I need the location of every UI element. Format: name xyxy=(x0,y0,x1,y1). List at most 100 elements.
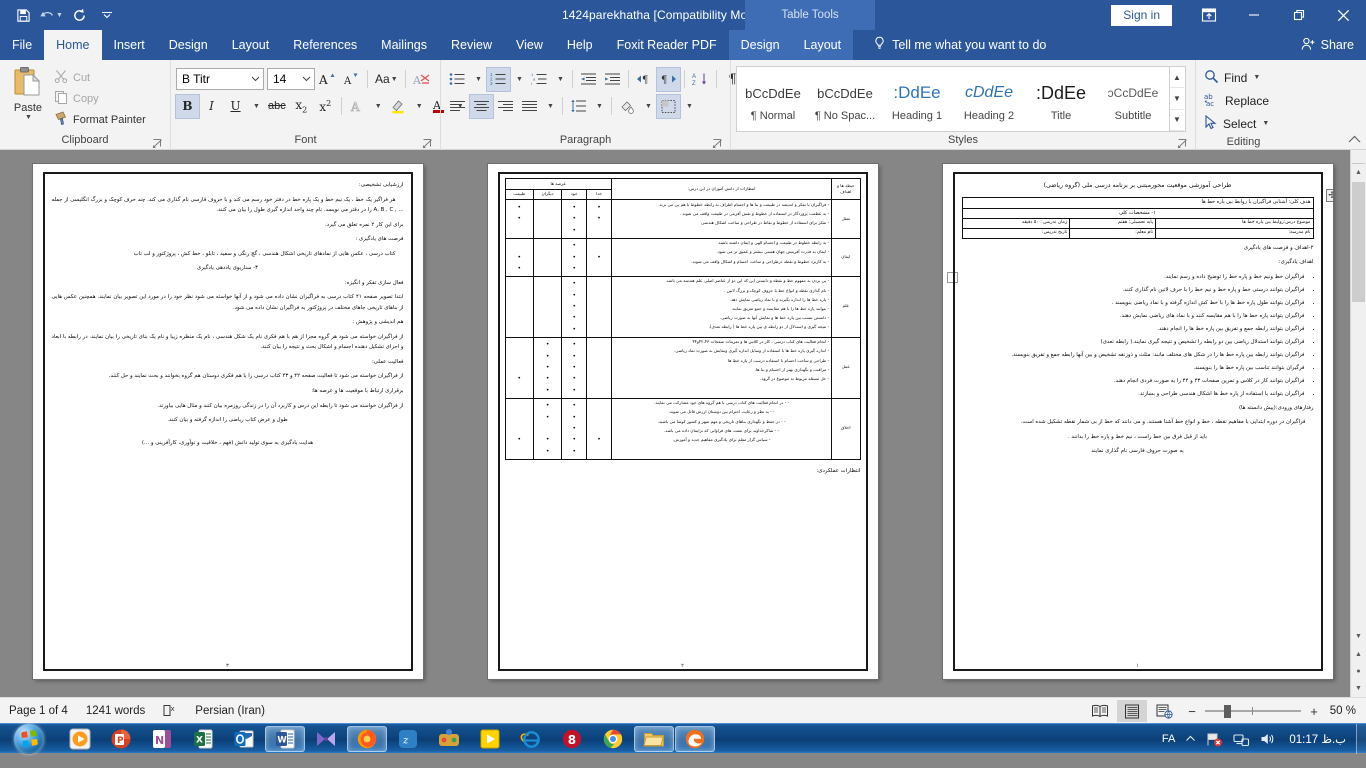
share-button[interactable]: Share xyxy=(1301,30,1354,60)
minimize-button[interactable] xyxy=(1231,0,1276,30)
tab-review[interactable]: Review xyxy=(439,30,504,60)
split-window-handle[interactable] xyxy=(1352,150,1365,164)
borders-dropdown-icon[interactable]: ▼ xyxy=(681,95,697,118)
scrollbar-thumb[interactable] xyxy=(1352,182,1365,302)
system-clock[interactable]: 01:17 ب.ظ xyxy=(1281,724,1354,754)
undo-icon[interactable]: ▼ xyxy=(38,3,64,27)
ltr-text-direction-button[interactable]: ¶ xyxy=(633,68,656,91)
clipboard-dialog-launcher[interactable] xyxy=(152,138,163,149)
save-icon[interactable] xyxy=(10,3,36,27)
multilevel-dropdown-icon[interactable]: ▼ xyxy=(552,68,568,91)
change-case-button[interactable]: Aa ▼ xyxy=(372,68,401,91)
close-button[interactable] xyxy=(1321,0,1366,30)
tab-references[interactable]: References xyxy=(281,30,369,60)
word-count[interactable]: 1241 words xyxy=(77,698,154,724)
text-effects-button[interactable]: A xyxy=(346,95,369,118)
align-right-button[interactable] xyxy=(494,95,517,118)
font-dialog-launcher[interactable] xyxy=(422,138,433,149)
tab-insert[interactable]: Insert xyxy=(102,30,157,60)
rtl-text-direction-button[interactable]: ¶ xyxy=(656,66,681,92)
justify-button[interactable] xyxy=(518,95,541,118)
customize-quick-access-icon[interactable] xyxy=(94,3,120,27)
show-hidden-icons-icon[interactable] xyxy=(1180,724,1201,754)
clear-formatting-button[interactable]: A xyxy=(410,68,434,91)
taskbar-edge-legacy[interactable] xyxy=(675,725,715,752)
taskbar-outlook[interactable] xyxy=(224,726,264,752)
increase-font-size-button[interactable]: A xyxy=(316,68,339,91)
style-heading-2[interactable]: cDdEe Heading 2 xyxy=(953,67,1025,131)
tab-table-design[interactable]: Design xyxy=(728,30,792,60)
underline-dropdown-icon[interactable]: ▼ xyxy=(248,95,264,118)
styles-scroll-up-icon[interactable]: ▲ xyxy=(1170,67,1184,89)
styles-dialog-launcher[interactable] xyxy=(1177,138,1188,149)
font-size-combo[interactable]: 14 xyxy=(267,68,315,90)
taskbar-zarchiver[interactable]: z xyxy=(388,726,428,752)
volume-icon[interactable] xyxy=(1255,724,1281,754)
start-button[interactable] xyxy=(2,723,56,754)
tab-home[interactable]: Home xyxy=(44,30,102,60)
restore-button[interactable] xyxy=(1276,0,1321,30)
zoom-out-button[interactable]: − xyxy=(1186,704,1198,719)
zoom-slider[interactable] xyxy=(1205,704,1301,718)
previous-page-icon[interactable]: ▲ xyxy=(1351,646,1366,663)
style-heading-1[interactable]: :DdEe Heading 1 xyxy=(881,67,953,131)
tab-layout[interactable]: Layout xyxy=(220,30,282,60)
taskbar-games-explorer[interactable] xyxy=(429,726,469,752)
shading-dropdown-icon[interactable]: ▼ xyxy=(640,95,656,118)
zoom-slider-thumb[interactable] xyxy=(1224,705,1231,718)
redo-icon[interactable] xyxy=(66,3,92,27)
language-bar[interactable]: FA xyxy=(1157,724,1180,754)
tab-foxit-reader-pdf[interactable]: Foxit Reader PDF xyxy=(605,30,729,60)
taskbar-movie-maker[interactable] xyxy=(306,726,346,752)
tab-table-layout[interactable]: Layout xyxy=(791,30,854,60)
taskbar-firefox[interactable] xyxy=(347,725,387,752)
taskbar-windows-media-player[interactable] xyxy=(60,726,100,752)
font-name-combo[interactable]: B Titr xyxy=(176,68,264,90)
replace-button[interactable]: ab ac Replace xyxy=(1201,89,1275,112)
taskbar-powerpoint[interactable]: P xyxy=(101,726,141,752)
borders-button[interactable] xyxy=(656,93,681,119)
show-desktop-button[interactable] xyxy=(1356,724,1366,754)
multilevel-list-button[interactable]: 1ai xyxy=(528,68,551,91)
tab-file[interactable]: File xyxy=(0,30,44,60)
select-browse-object-icon[interactable]: ● xyxy=(1351,663,1366,680)
ribbon-display-options-icon[interactable] xyxy=(1186,0,1231,30)
document-page-3[interactable]: ارزشیابی تشخیصی: هر فراگیر یک خط ، یک نی… xyxy=(32,164,423,679)
language-indicator[interactable]: Persian (Iran) xyxy=(186,698,274,724)
read-mode-icon[interactable] xyxy=(1085,700,1115,722)
taskbar-media-player-classic[interactable] xyxy=(470,726,510,752)
highlight-dropdown-icon[interactable]: ▼ xyxy=(411,95,427,118)
document-page-2[interactable]: حیطه ها و اهداف انتظارات از دانش آموزان … xyxy=(487,164,878,679)
copy-button[interactable]: Copy xyxy=(51,88,151,109)
taskbar-internet-explorer[interactable] xyxy=(511,726,551,752)
sign-in-button[interactable]: Sign in xyxy=(1111,4,1172,26)
style-no-spacing[interactable]: bCcDdEe ¶ No Spac... xyxy=(809,67,881,131)
find-button[interactable]: Find ▼ xyxy=(1201,66,1275,89)
page-indicator[interactable]: Page 1 of 4 xyxy=(0,698,77,724)
paste-dropdown-icon[interactable]: ▼ xyxy=(25,114,32,121)
align-left-button[interactable] xyxy=(446,95,469,118)
style-title[interactable]: :DdEe Title xyxy=(1025,67,1097,131)
table-move-handle[interactable]: ✢ xyxy=(1325,189,1333,202)
line-spacing-button[interactable] xyxy=(567,95,590,118)
web-layout-icon[interactable] xyxy=(1149,700,1179,722)
superscript-button[interactable]: x2 xyxy=(314,95,337,118)
bold-button[interactable]: B xyxy=(175,93,200,119)
taskbar-google-chrome[interactable] xyxy=(593,726,633,752)
subscript-button[interactable]: x2 xyxy=(290,95,313,118)
styles-scroll-down-icon[interactable]: ▼ xyxy=(1170,88,1184,110)
align-center-button[interactable] xyxy=(469,93,494,119)
vertical-scrollbar[interactable]: ▲ ▼ ▲ ● ▼ xyxy=(1350,150,1366,697)
select-button[interactable]: Select ▼ xyxy=(1201,112,1275,135)
scroll-up-icon[interactable]: ▲ xyxy=(1351,164,1366,181)
taskbar-onenote[interactable]: N xyxy=(142,726,182,752)
text-effects-dropdown-icon[interactable]: ▼ xyxy=(370,95,386,118)
strikethrough-button[interactable]: abc xyxy=(265,95,289,118)
next-page-icon[interactable]: ▼ xyxy=(1351,680,1366,697)
increase-indent-button[interactable] xyxy=(601,68,624,91)
zoom-level[interactable]: 50 % xyxy=(1328,705,1366,717)
tab-mailings[interactable]: Mailings xyxy=(369,30,439,60)
justify-dropdown-icon[interactable]: ▼ xyxy=(542,95,558,118)
numbering-dropdown-icon[interactable]: ▼ xyxy=(511,68,527,91)
styles-more-icon[interactable]: ▼ xyxy=(1170,110,1184,131)
